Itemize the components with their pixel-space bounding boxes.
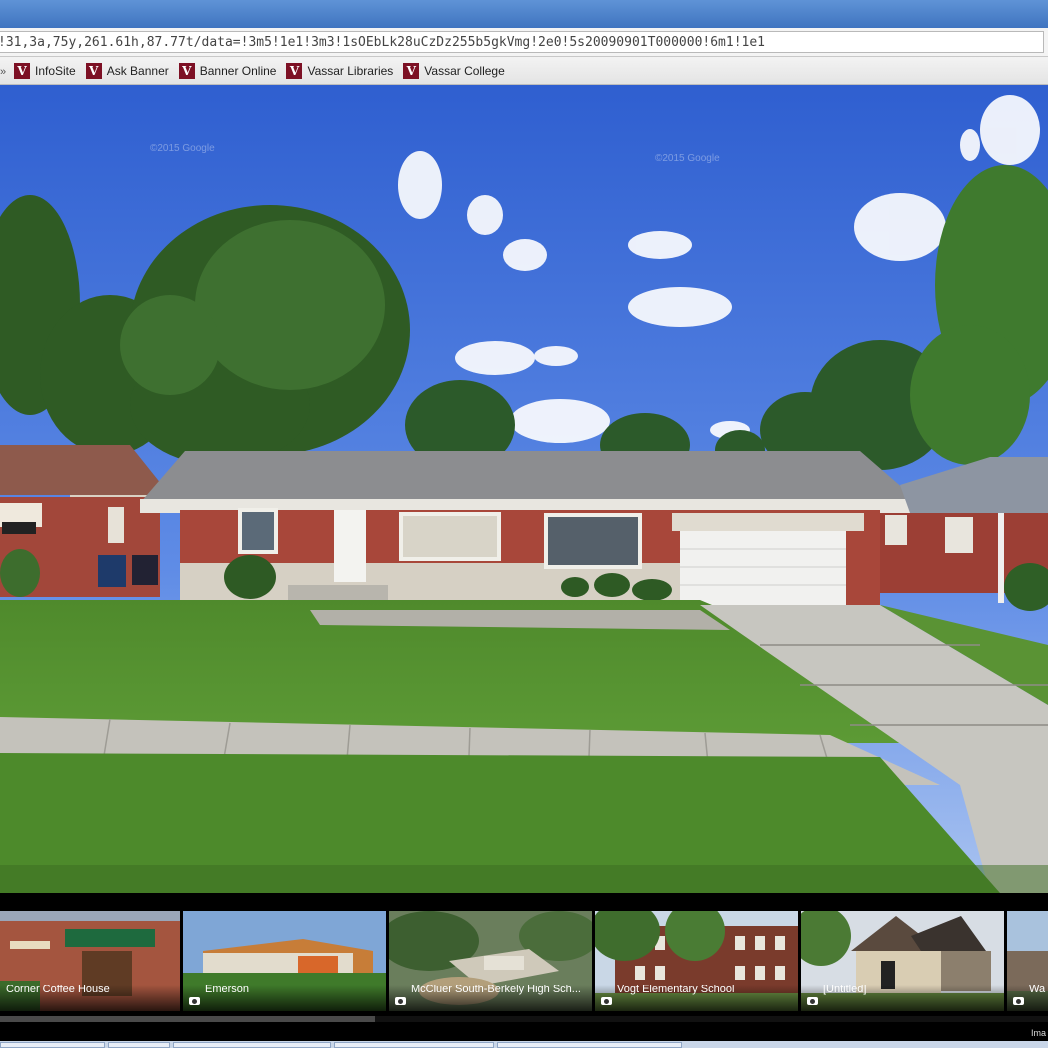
taskbar-button[interactable] (0, 1042, 105, 1048)
thumbnail-mccluer-south-berkely[interactable]: McCluer South-Berkely High Sch... (389, 911, 592, 1011)
thumbnail-corner-coffee-house[interactable]: Corner Coffee House (0, 911, 180, 1011)
url-field[interactable]: !31,3a,75y,261.61h,87.77t/data=!3m5!1e1!… (0, 31, 1044, 53)
google-watermark: ©2015 Google (655, 153, 720, 164)
imagery-credit: Ima (1030, 1028, 1046, 1038)
bookmark-overflow-icon[interactable]: » (0, 66, 12, 78)
browser-title-strip (0, 0, 1048, 29)
bookmark-vassar-college[interactable]: V Vassar College (403, 62, 505, 79)
thumbnail-label: Wa (1007, 985, 1048, 1011)
thumbnail-partial[interactable]: Wa (1007, 911, 1048, 1011)
thumbnail-title: Wa (1029, 985, 1046, 995)
thumbnail-title: [Untitled] (823, 985, 867, 995)
thumbnail-vogt-elementary[interactable]: Vogt Elementary School (595, 911, 798, 1011)
thumbnail-untitled[interactable]: [Untitled] (801, 911, 1004, 1011)
thumbnail-label: Corner Coffee House (0, 985, 180, 1011)
taskbar-button[interactable] (334, 1042, 494, 1048)
taskbar-button[interactable] (497, 1042, 682, 1048)
bookmark-label: Vassar College (424, 63, 505, 78)
vassar-v-icon: V (85, 62, 102, 79)
bookmark-banner-online[interactable]: V Banner Online (178, 62, 277, 79)
bookmark-vassar-libraries[interactable]: V Vassar Libraries (286, 62, 394, 79)
bookmarks-bar: » V InfoSite V Ask Banner V Banner Onlin… (0, 57, 1048, 85)
thumbnail-title: McCluer South-Berkely High Sch... (411, 985, 581, 995)
bookmark-ask-banner[interactable]: V Ask Banner (85, 62, 169, 79)
vassar-v-icon: V (14, 62, 30, 79)
vassar-v-icon: V (178, 62, 195, 79)
vassar-v-icon: V (403, 62, 420, 79)
street-view-panorama[interactable]: ©2015 Google ©2015 Google (0, 85, 1048, 893)
bookmark-label: Vassar Libraries (307, 63, 394, 78)
address-bar: !31,3a,75y,261.61h,87.77t/data=!3m5!1e1!… (0, 28, 1048, 57)
camera-icon (807, 997, 818, 1005)
thumbnail-emerson[interactable]: Emerson (183, 911, 386, 1011)
thumbnail-label: [Untitled] (801, 985, 1004, 1011)
thumbnail-label: Vogt Elementary School (595, 985, 798, 1011)
camera-icon (1013, 997, 1024, 1005)
camera-icon (601, 997, 612, 1005)
thumbnail-label: Emerson (183, 985, 386, 1011)
vassar-v-icon: V (286, 62, 303, 79)
thumbnail-title: Emerson (205, 985, 250, 995)
camera-icon (395, 997, 406, 1005)
thumbnail-title: Vogt Elementary School (617, 985, 735, 995)
bookmark-infosite[interactable]: V InfoSite (14, 62, 76, 79)
taskbar-button[interactable] (108, 1042, 170, 1048)
camera-icon (189, 997, 200, 1005)
bookmark-label: Ask Banner (106, 63, 169, 78)
filmstrip-scroll-thumb[interactable] (0, 1016, 375, 1022)
thumbnail-title: Corner Coffee House (6, 985, 110, 995)
google-watermark: ©2015 Google (150, 143, 215, 154)
bookmark-label: Banner Online (199, 63, 277, 78)
thumbnail-label: McCluer South-Berkely High Sch... (389, 985, 592, 1011)
bookmark-label: InfoSite (35, 63, 76, 78)
street-view-scene (0, 85, 1048, 893)
taskbar-button[interactable] (173, 1042, 331, 1048)
